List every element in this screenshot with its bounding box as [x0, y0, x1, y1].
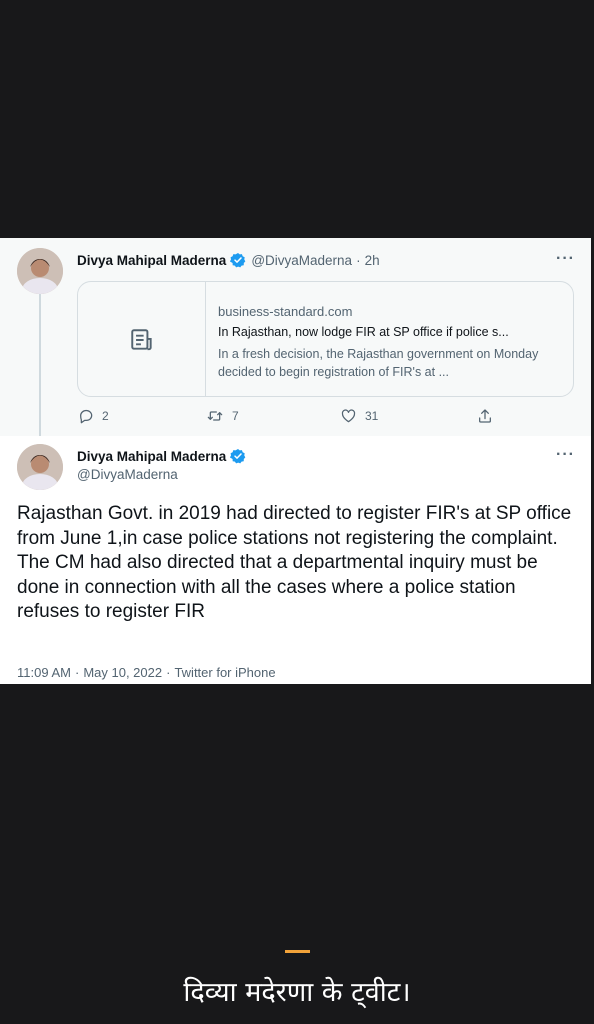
avatar-image-icon	[17, 444, 63, 490]
article-icon	[130, 329, 152, 351]
main-author-handle-row: @DivyaMaderna	[77, 467, 178, 482]
author-handle[interactable]: @DivyaMaderna	[251, 253, 352, 268]
reply-icon	[80, 409, 93, 424]
retweet-icon	[207, 411, 223, 421]
link-thumbnail	[78, 282, 206, 396]
tweet-timestamp[interactable]: 11:09 AM	[17, 665, 71, 680]
link-description: In a fresh decision, the Rajasthan gover…	[218, 347, 539, 379]
avatar-image-icon	[17, 248, 63, 294]
verified-badge-icon	[230, 449, 246, 464]
dot-separator: ·	[356, 252, 361, 268]
author-display-name[interactable]: Divya Mahipal Maderna	[77, 253, 226, 268]
main-tweet: Divya Mahipal Maderna @DivyaMaderna ··· …	[0, 436, 591, 684]
heart-icon	[341, 409, 356, 423]
author-display-name[interactable]: Divya Mahipal Maderna	[77, 449, 226, 464]
main-author-name-row: Divya Mahipal Maderna	[77, 448, 246, 464]
retweet-button[interactable]: 7	[206, 408, 239, 424]
tweet-actions-bar: 2 7 31	[78, 408, 508, 428]
tweet-source[interactable]: Twitter for iPhone	[174, 665, 275, 680]
accent-divider	[285, 950, 310, 953]
tweet-body-text: Rajasthan Govt. in 2019 had directed to …	[17, 503, 572, 622]
reply-button[interactable]: 2	[78, 408, 109, 424]
link-domain: business-standard.com	[218, 304, 353, 319]
thread-connector-line	[39, 294, 41, 439]
tweet-screenshot: Divya Mahipal Maderna @DivyaMaderna · 2h…	[0, 238, 591, 684]
more-horizontal-icon[interactable]: ···	[556, 250, 575, 268]
tweet-date[interactable]: May 10, 2022	[83, 665, 162, 680]
link-text-block: business-standard.com In Rajasthan, now …	[218, 304, 563, 381]
like-button[interactable]: 31	[340, 408, 378, 424]
avatar[interactable]	[17, 248, 63, 294]
link-preview-card[interactable]: business-standard.com In Rajasthan, now …	[77, 281, 574, 397]
avatar[interactable]	[17, 444, 63, 490]
image-caption: दिव्या मदेरणा के ट्वीट।	[183, 977, 411, 1008]
verified-badge-icon	[230, 253, 246, 268]
tweet-metadata: 11:09 AM · May 10, 2022 · Twitter for iPhone	[17, 665, 276, 680]
dot-separator: ·	[74, 665, 80, 680]
reply-count: 2	[102, 409, 109, 423]
share-button[interactable]	[477, 408, 501, 424]
author-handle[interactable]: @DivyaMaderna	[77, 467, 178, 482]
like-count: 31	[365, 409, 379, 423]
parent-author-row: Divya Mahipal Maderna @DivyaMaderna · 2h	[77, 252, 380, 268]
dot-separator: ·	[166, 665, 171, 680]
retweet-count: 7	[232, 409, 239, 423]
parent-tweet[interactable]: Divya Mahipal Maderna @DivyaMaderna · 2h…	[0, 238, 591, 439]
more-horizontal-icon[interactable]: ···	[556, 446, 575, 464]
tweet-time[interactable]: 2h	[365, 253, 380, 268]
share-icon	[479, 409, 491, 423]
page: Divya Mahipal Maderna @DivyaMaderna · 2h…	[0, 0, 594, 1024]
link-title: In Rajasthan, now lodge FIR at SP office…	[218, 325, 509, 339]
